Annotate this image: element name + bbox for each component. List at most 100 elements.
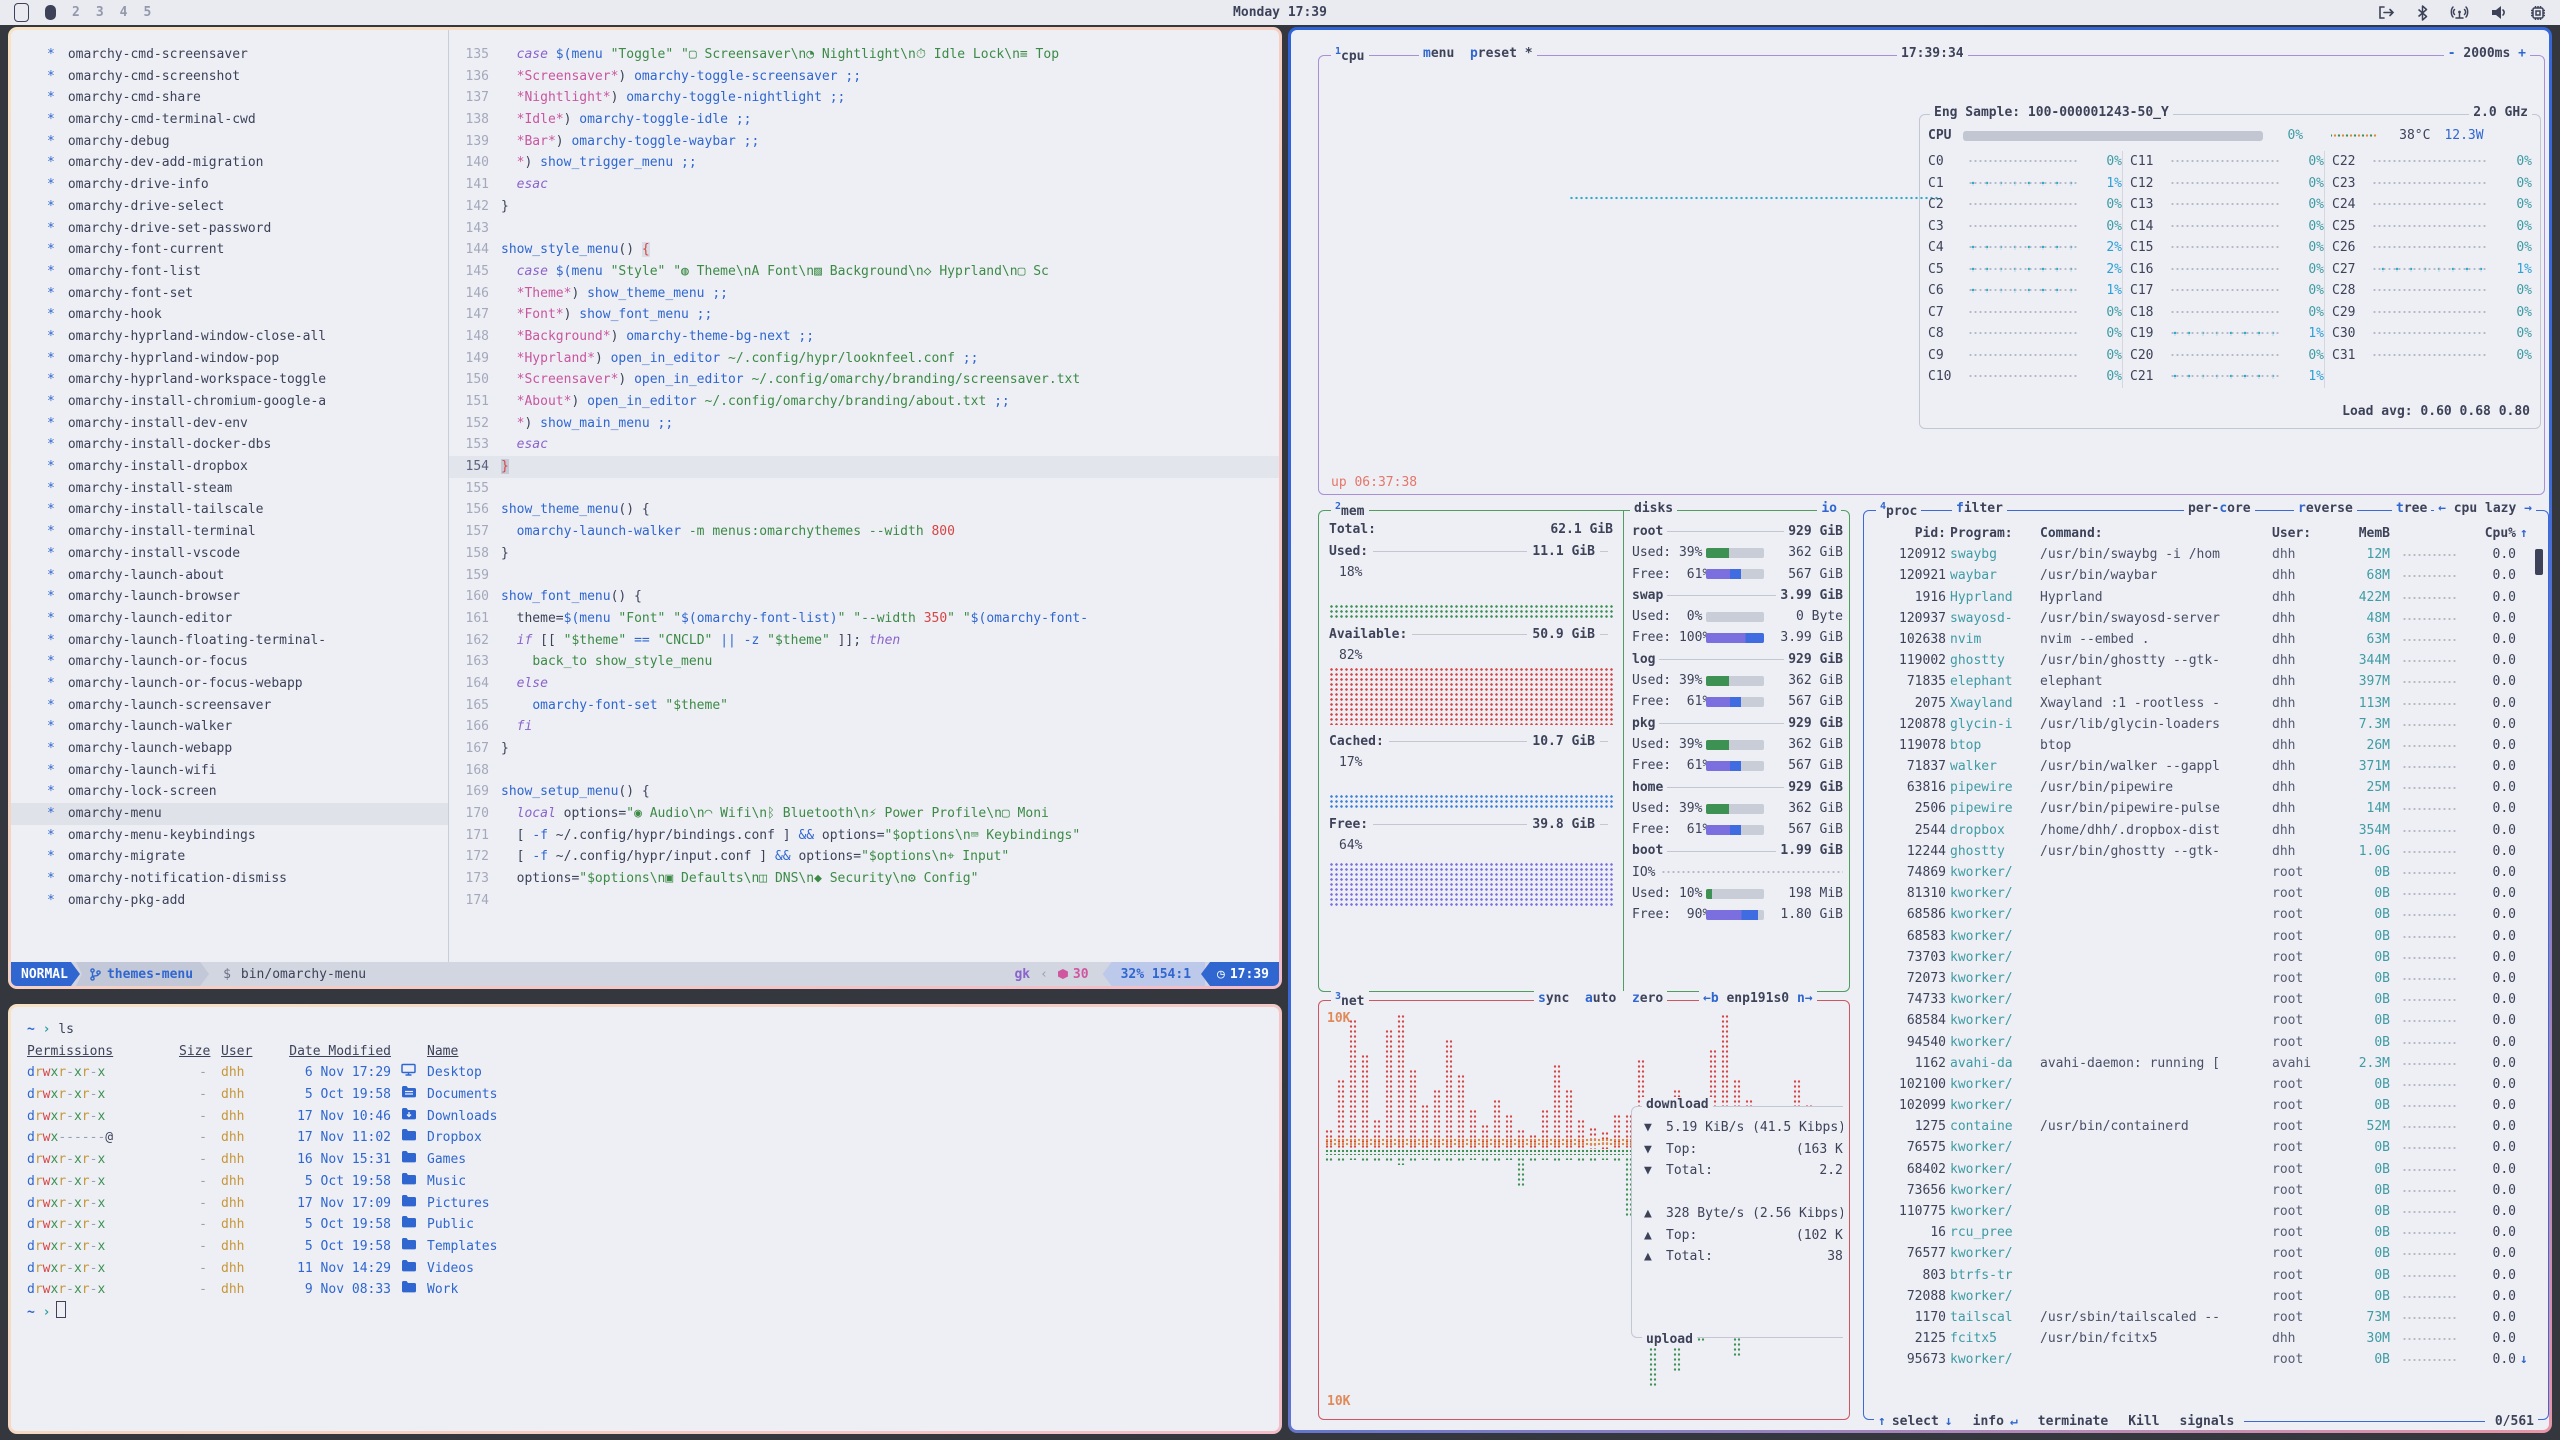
proc-filter[interactable]: filter	[1952, 501, 2007, 516]
code-line[interactable]: 139 *Bar*) omarchy-toggle-waybar ;;	[449, 131, 1279, 153]
net-menu[interactable]: sync auto zero	[1534, 991, 1667, 1006]
file-item[interactable]: *omarchy-notification-dismiss	[11, 868, 448, 890]
code-line[interactable]: 156show_theme_menu() {	[449, 499, 1279, 521]
file-item[interactable]: *omarchy-hyprland-window-pop	[11, 348, 448, 370]
file-item[interactable]: *omarchy-font-set	[11, 283, 448, 305]
ls-name[interactable]: Videos	[427, 1258, 1269, 1280]
menu-item[interactable]: auto	[1569, 991, 1616, 1006]
process-row[interactable]: 73656kworker/root0B0.0	[1872, 1180, 2540, 1201]
code-line[interactable]: 158}	[449, 543, 1279, 565]
scratchpad-icon[interactable]	[14, 3, 29, 22]
code-line[interactable]: 153 esac	[449, 434, 1279, 456]
workspace-switcher[interactable]: 2345	[14, 3, 151, 22]
process-row[interactable]: 71835elephantelephantdhh397M0.0	[1872, 671, 2540, 692]
cpu-panel-title[interactable]: 1cpu	[1331, 46, 1369, 64]
cpu-menu[interactable]: menu preset *	[1419, 46, 1537, 61]
process-row[interactable]: 119002ghostty/usr/bin/ghostty --gtk-dhh3…	[1872, 650, 2540, 671]
bluetooth-icon[interactable]	[2417, 5, 2428, 21]
ls-name[interactable]: Templates	[427, 1236, 1269, 1258]
file-item[interactable]: *omarchy-install-tailscale	[11, 499, 448, 521]
process-row[interactable]: 76575kworker/root0B0.0	[1872, 1137, 2540, 1158]
proc-panel-title[interactable]: 4proc	[1876, 501, 1921, 519]
process-row[interactable]: 81310kworker/root0B0.0	[1872, 883, 2540, 904]
process-row[interactable]: 16rcu_preeroot0B0.0	[1872, 1222, 2540, 1243]
file-item[interactable]: *omarchy-menu	[11, 803, 448, 825]
code-line[interactable]: 170 local options="◉ Audio\n◠ Wifi\nᛒ Bl…	[449, 803, 1279, 825]
process-row[interactable]: 95673kworker/root0B0.0↓	[1872, 1349, 2540, 1370]
file-item[interactable]: *omarchy-dev-add-migration	[11, 152, 448, 174]
chip-icon[interactable]	[2530, 5, 2546, 21]
prompt-line[interactable]: ~ › ls	[27, 1019, 1269, 1041]
file-item[interactable]: *omarchy-install-vscode	[11, 543, 448, 565]
proc-header-row[interactable]: Pid:Program:Command:User:MemBCpu%↑	[1872, 523, 2540, 544]
proc-info[interactable]: info	[1973, 1414, 2004, 1429]
file-item[interactable]: *omarchy-hyprland-window-close-all	[11, 326, 448, 348]
file-item[interactable]: *omarchy-drive-info	[11, 174, 448, 196]
process-row[interactable]: 120937swayosd-/usr/bin/swayosd-serverdhh…	[1872, 608, 2540, 629]
workspace-4[interactable]: 4	[120, 5, 128, 20]
file-item[interactable]: *omarchy-install-dropbox	[11, 456, 448, 478]
code-line[interactable]: 162 if [[ "$theme" == "CNCLD" || -z "$th…	[449, 630, 1279, 652]
process-row[interactable]: 94540kworker/root0B0.0	[1872, 1032, 2540, 1053]
process-row[interactable]: 74869kworker/root0B0.0	[1872, 862, 2540, 883]
proc-signals[interactable]: signals	[2180, 1414, 2235, 1429]
ls-name[interactable]: Work	[427, 1279, 1269, 1301]
btop-window[interactable]: 1cpu menu preset * 17:39:34 - 2000ms + u…	[1288, 27, 2552, 1433]
process-row[interactable]: 120921waybar/usr/bin/waybardhh68M0.0	[1872, 565, 2540, 586]
file-item[interactable]: *omarchy-debug	[11, 131, 448, 153]
ls-name[interactable]: Dropbox	[427, 1127, 1269, 1149]
ls-name[interactable]: Documents	[427, 1084, 1269, 1106]
code-editor[interactable]: 135 case $(menu "Toggle" "▢ Screensaver\…	[449, 44, 1279, 912]
ls-name[interactable]: Downloads	[427, 1106, 1269, 1128]
menu-item[interactable]: reverse	[2298, 501, 2353, 516]
process-row[interactable]: 1170tailscal/usr/sbin/tailscaled --root7…	[1872, 1307, 2540, 1328]
proc-reverse[interactable]: reverse	[2294, 501, 2357, 516]
code-line[interactable]: 141 esac	[449, 174, 1279, 196]
editor-window[interactable]: *omarchy-cmd-screensaver*omarchy-cmd-scr…	[8, 27, 1282, 989]
process-row[interactable]: 120878glycin-i/usr/lib/glycin-loadersdhh…	[1872, 714, 2540, 735]
process-row[interactable]: 71837walker/usr/bin/walker --gappldhh371…	[1872, 756, 2540, 777]
code-line[interactable]: 136 *Screensaver*) omarchy-toggle-screen…	[449, 66, 1279, 88]
menu-item[interactable]: per-core	[2188, 501, 2251, 516]
file-item[interactable]: *omarchy-launch-browser	[11, 586, 448, 608]
file-item[interactable]: *omarchy-install-chromium-google-a	[11, 391, 448, 413]
process-row[interactable]: 68586kworker/root0B0.0	[1872, 904, 2540, 925]
file-item[interactable]: *omarchy-install-steam	[11, 478, 448, 500]
file-item[interactable]: *omarchy-launch-editor	[11, 608, 448, 630]
code-line[interactable]: 152 *) show_main_menu ;;	[449, 413, 1279, 435]
process-row[interactable]: 68402kworker/root0B0.0	[1872, 1159, 2540, 1180]
process-row[interactable]: 102638nvimnvim --embed .dhh63M0.0	[1872, 629, 2540, 650]
process-row[interactable]: 110775kworker/root0B0.0	[1872, 1201, 2540, 1222]
code-line[interactable]: 154}	[449, 456, 1279, 478]
git-branch[interactable]: themes-menu	[76, 962, 209, 986]
file-item[interactable]: *omarchy-cmd-share	[11, 87, 448, 109]
proc-sort-selector[interactable]: ← cpu lazy →	[2434, 501, 2536, 516]
proc-scrollbar[interactable]	[2535, 549, 2543, 575]
proc-tree[interactable]: tree	[2392, 501, 2431, 516]
volume-icon[interactable]	[2491, 5, 2508, 20]
mem-panel-title[interactable]: 2mem	[1331, 501, 1369, 519]
menu-item[interactable]: tree	[2396, 501, 2427, 516]
file-item[interactable]: *omarchy-install-dev-env	[11, 413, 448, 435]
ls-name[interactable]: Pictures	[427, 1193, 1269, 1215]
process-row[interactable]: 68583kworker/root0B0.0	[1872, 926, 2540, 947]
disks-io-toggle[interactable]: io	[1817, 501, 1841, 516]
workspace-2[interactable]: 2	[72, 5, 80, 20]
file-item[interactable]: *omarchy-install-terminal	[11, 521, 448, 543]
ls-name[interactable]: Music	[427, 1171, 1269, 1193]
process-row[interactable]: 12244ghostty/usr/bin/ghostty --gtk-dhh1.…	[1872, 841, 2540, 862]
code-line[interactable]: 143	[449, 218, 1279, 240]
ls-name[interactable]: Desktop	[427, 1062, 1269, 1084]
process-row[interactable]: 1916HyprlandHyprlanddhh422M0.0	[1872, 587, 2540, 608]
process-row[interactable]: 119078btopbtopdhh26M0.0	[1872, 735, 2540, 756]
code-line[interactable]: 174	[449, 890, 1279, 912]
code-line[interactable]: 161 theme=$(menu "Font" "$(omarchy-font-…	[449, 608, 1279, 630]
code-line[interactable]: 151 *About*) open_in_editor ~/.config/om…	[449, 391, 1279, 413]
file-item[interactable]: *omarchy-launch-about	[11, 565, 448, 587]
code-line[interactable]: 140 *) show_trigger_menu ;;	[449, 152, 1279, 174]
code-line[interactable]: 155	[449, 478, 1279, 500]
code-line[interactable]: 169show_setup_menu() {	[449, 781, 1279, 803]
file-item[interactable]: *omarchy-hyprland-workspace-toggle	[11, 369, 448, 391]
file-item[interactable]: *omarchy-launch-walker	[11, 716, 448, 738]
code-line[interactable]: 148 *Background*) omarchy-theme-bg-next …	[449, 326, 1279, 348]
